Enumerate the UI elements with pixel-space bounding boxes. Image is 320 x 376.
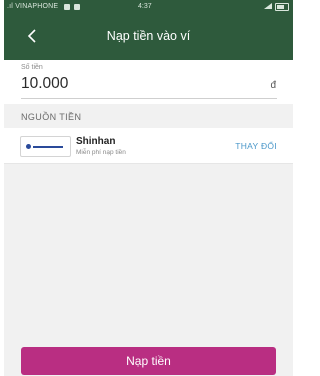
amount-label: Số tiền [21,64,43,71]
source-section-title: NGUỒN TIỀN [21,112,82,122]
bank-logo-mark [26,144,31,149]
signal-icon [264,3,272,11]
funding-source-row[interactable]: Shinhan Miễn phí nạp tiền THAY ĐỔI [4,128,293,164]
battery-icon [275,3,289,11]
currency-symbol: đ [270,80,276,91]
nav-bar: Nạp tiền vào ví [4,14,293,60]
status-bar: .ıl VINAPHONE 4:37 [4,0,293,14]
message-icon [74,4,80,10]
amount-card: Số tiền đ [4,60,293,104]
bank-logo-wordmark [33,145,63,148]
phone-screen: .ıl VINAPHONE 4:37 Nạp tiền vào ví Số ti… [4,0,293,376]
source-section-header: NGUỒN TIỀN [4,104,293,128]
page-title: Nạp tiền vào ví [106,29,191,43]
carrier-label: .ıl VINAPHONE [7,3,59,10]
amount-underline [21,98,277,99]
bank-subtitle: Miễn phí nạp tiền [76,149,126,156]
change-source-button[interactable]: THAY ĐỔI [235,141,277,151]
notification-icon [64,4,70,10]
clock: 4:37 [138,3,152,10]
status-right [264,3,289,11]
bank-logo [20,136,71,157]
amount-input[interactable] [21,74,241,94]
top-up-button[interactable]: Nạp tiền [21,347,276,375]
bank-name: Shinhan [76,136,116,147]
